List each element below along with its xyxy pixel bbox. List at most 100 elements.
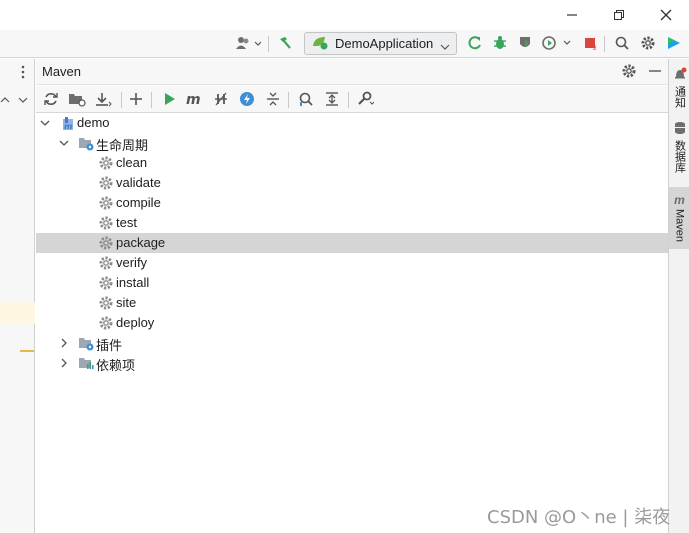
goal-label: compile bbox=[116, 195, 161, 210]
tree-node-project[interactable]: m demo bbox=[36, 113, 668, 133]
chevron-down-icon[interactable] bbox=[18, 93, 28, 108]
jetbrains-toolbox-button[interactable] bbox=[664, 34, 684, 54]
coverage-button[interactable] bbox=[515, 34, 535, 54]
close-button[interactable] bbox=[643, 0, 689, 30]
expand-all-icon bbox=[324, 91, 340, 110]
tree-node-dependencies[interactable]: 依赖项 bbox=[36, 353, 668, 373]
goal-label: package bbox=[116, 235, 166, 250]
toolbar-separator bbox=[348, 92, 349, 108]
minimize-icon bbox=[648, 67, 662, 82]
toolbar-separator bbox=[268, 36, 269, 52]
build-button[interactable] bbox=[275, 34, 295, 54]
more-options-icon[interactable] bbox=[18, 65, 28, 79]
chevron-right-icon[interactable] bbox=[58, 337, 70, 349]
debug-button[interactable] bbox=[490, 34, 510, 54]
analyze-icon bbox=[298, 91, 314, 110]
chevron-up-icon[interactable] bbox=[0, 93, 10, 108]
watermark: CSDN @O丶ne | 柒夜 bbox=[487, 507, 671, 528]
svg-text:m: m bbox=[186, 92, 201, 106]
goal-label: deploy bbox=[116, 315, 155, 330]
execute-maven-goal-button[interactable]: m bbox=[184, 89, 206, 111]
close-icon bbox=[660, 9, 672, 21]
chevron-down-icon[interactable] bbox=[58, 137, 70, 149]
gear-icon bbox=[98, 315, 114, 331]
restore-icon bbox=[613, 9, 625, 21]
vcs-user-button[interactable] bbox=[234, 34, 262, 54]
analyze-dependencies-button[interactable] bbox=[295, 89, 317, 111]
run-maven-build-button[interactable] bbox=[158, 89, 180, 111]
search-icon bbox=[614, 35, 630, 54]
run-config-label: DemoApplication bbox=[335, 36, 434, 51]
lifecycle-goal-test[interactable]: test bbox=[36, 213, 668, 233]
dependencies-label: 依赖项 bbox=[96, 358, 136, 373]
lifecycle-goal-verify[interactable]: verify bbox=[36, 253, 668, 273]
lifecycle-label: 生命周期 bbox=[96, 138, 149, 153]
notifications-tool-button[interactable]: 通知 bbox=[669, 67, 689, 108]
minimize-button[interactable] bbox=[549, 0, 595, 30]
chevron-right-icon[interactable] bbox=[58, 357, 70, 369]
show-dependencies-button[interactable] bbox=[262, 89, 284, 111]
toolbar-separator bbox=[288, 92, 289, 108]
maven-panel-header: Maven bbox=[36, 59, 668, 85]
maven-settings-button[interactable] bbox=[621, 63, 637, 82]
maven-build-settings-button[interactable] bbox=[354, 89, 376, 111]
lifecycle-goal-clean[interactable]: clean bbox=[36, 153, 668, 173]
lifecycle-goal-validate[interactable]: validate bbox=[36, 173, 668, 193]
plugins-label: 插件 bbox=[96, 338, 123, 353]
lifecycle-goal-compile[interactable]: compile bbox=[36, 193, 668, 213]
folder-plugin-icon bbox=[78, 335, 94, 351]
profile-icon bbox=[541, 35, 573, 54]
reload-projects-button[interactable] bbox=[40, 89, 62, 111]
tree-node-plugins[interactable]: 插件 bbox=[36, 333, 668, 353]
restore-button[interactable] bbox=[596, 0, 642, 30]
chevron-down-icon bbox=[440, 39, 450, 54]
lightning-icon bbox=[239, 91, 255, 110]
search-button[interactable] bbox=[612, 34, 632, 54]
skip-tests-button[interactable] bbox=[236, 89, 258, 111]
settings-button[interactable] bbox=[638, 34, 658, 54]
lifecycle-goal-site[interactable]: site bbox=[36, 293, 668, 313]
generate-sources-button[interactable] bbox=[66, 89, 88, 111]
maven-label: Maven bbox=[673, 209, 686, 243]
stop-button[interactable]: 2 bbox=[580, 34, 600, 54]
debug-icon bbox=[492, 35, 508, 54]
lifecycle-goal-install[interactable]: install bbox=[36, 273, 668, 293]
lifecycle-goal-package[interactable]: package bbox=[36, 233, 668, 253]
toolbar-separator bbox=[604, 36, 605, 52]
lifecycle-goal-deploy[interactable]: deploy bbox=[36, 313, 668, 333]
profile-button[interactable] bbox=[540, 34, 574, 54]
download-sources-button[interactable] bbox=[92, 89, 114, 111]
bell-icon bbox=[673, 67, 687, 84]
maven-tool-button[interactable]: m Maven bbox=[669, 187, 689, 249]
run-configuration-selector[interactable]: DemoApplication bbox=[304, 32, 457, 55]
user-icon bbox=[235, 36, 262, 53]
notifications-label: 通知 bbox=[673, 86, 686, 108]
right-tool-window-strip: 通知 数据库 m Maven bbox=[668, 59, 689, 533]
folder-gear-icon bbox=[78, 135, 94, 151]
folder-dependencies-icon bbox=[78, 355, 94, 371]
hide-panel-button[interactable] bbox=[648, 63, 662, 82]
gear-icon bbox=[98, 175, 114, 191]
gear-icon bbox=[98, 295, 114, 311]
maven-projects-tree: m demo 生命周期 clean validate compile test … bbox=[36, 113, 668, 533]
gear-icon bbox=[98, 155, 114, 171]
expand-all-button[interactable] bbox=[321, 89, 343, 111]
wrench-icon bbox=[356, 91, 375, 110]
maven-goal-icon: m bbox=[186, 92, 204, 109]
goal-label: site bbox=[116, 295, 137, 310]
run-icon bbox=[162, 92, 176, 109]
left-editor-strip bbox=[0, 59, 35, 533]
add-maven-project-button[interactable] bbox=[125, 89, 147, 111]
maven-module-icon: m bbox=[59, 115, 75, 131]
database-tool-button[interactable]: 数据库 bbox=[669, 121, 689, 173]
chevron-down-icon[interactable] bbox=[39, 117, 51, 129]
rerun-button[interactable] bbox=[465, 34, 485, 54]
gear-icon bbox=[98, 235, 114, 251]
main-toolbar: DemoApplication 2 bbox=[0, 30, 689, 58]
toggle-offline-mode-button[interactable] bbox=[210, 89, 232, 111]
goal-label: validate bbox=[116, 175, 161, 190]
goal-label: clean bbox=[116, 155, 148, 170]
folder-refresh-icon bbox=[68, 91, 86, 110]
tree-node-lifecycle[interactable]: 生命周期 bbox=[36, 133, 668, 153]
svg-text:m: m bbox=[64, 122, 72, 131]
